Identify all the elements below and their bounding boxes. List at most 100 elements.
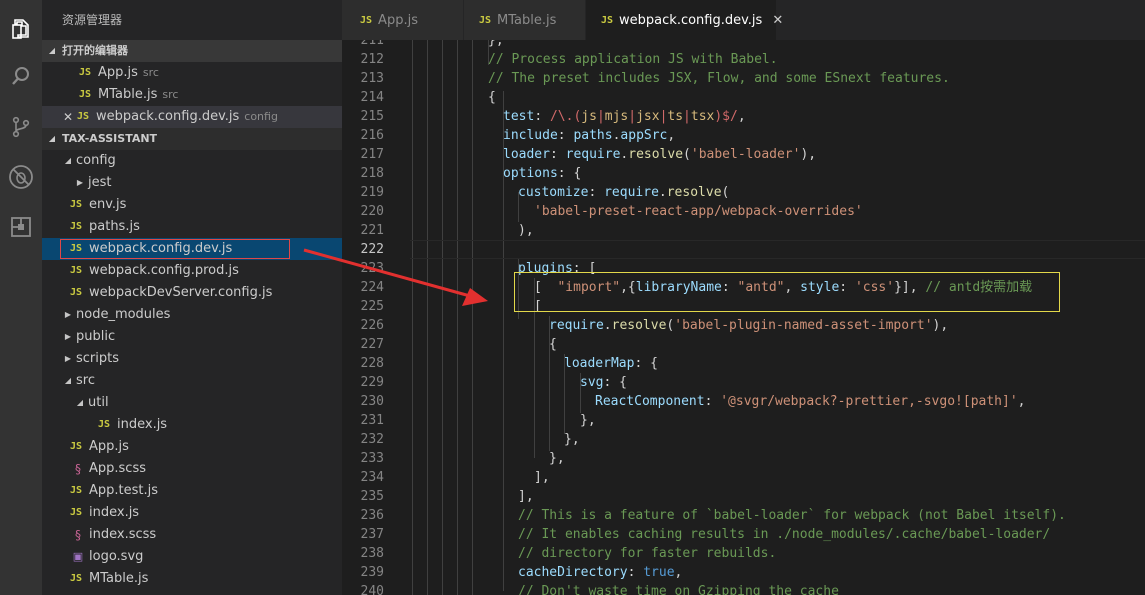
code-token: loader	[503, 147, 550, 162]
code-token: mjs	[604, 109, 629, 124]
code-text: {	[549, 335, 557, 354]
code-token: true	[643, 565, 675, 580]
open-editor-item[interactable]: ✕ JS webpack.config.dev.js config	[42, 106, 342, 128]
js-file-icon: JS	[79, 89, 92, 100]
tree-item-label: App.test.js	[89, 483, 159, 498]
source-control-icon[interactable]	[5, 111, 37, 143]
code-token: // It enables caching results in ./node_…	[518, 527, 1051, 542]
code-line: 224 [ "import",{libraryName: "antd", styl…	[342, 278, 1145, 297]
open-editor-item[interactable]: JS MTable.js src	[42, 84, 342, 106]
open-editors-header[interactable]: ◢ 打开的编辑器	[42, 40, 342, 62]
code-text: 'babel-preset-react-app/webpack-override…	[534, 202, 863, 221]
chevron-down-icon: ◢	[76, 398, 84, 407]
tree-folder[interactable]: ◢ util	[42, 392, 342, 414]
code-line: 214 {	[342, 88, 1145, 107]
code-token: jsx	[636, 109, 660, 124]
code-text: loader: require.resolve('babel-loader'),	[503, 145, 816, 164]
search-icon[interactable]	[5, 60, 37, 92]
code-token: ,	[674, 565, 683, 580]
code-line: 233},	[342, 449, 1145, 468]
code-editor[interactable]: 211}, 212 // Process application JS with B…	[342, 40, 1145, 595]
code-token: cacheDirectory	[518, 565, 628, 580]
code-token: .	[603, 318, 612, 333]
code-line: 234],	[342, 468, 1145, 487]
tree-folder[interactable]: ▶ node_modules	[42, 304, 342, 326]
code-token: ],	[518, 489, 534, 504]
code-line: 211},	[342, 40, 1145, 50]
tree-folder[interactable]: ▶ public	[42, 326, 342, 348]
tree-file[interactable]: JS index.js	[42, 414, 342, 436]
file-tree: ◢ config ▶ jest JS env.js JS paths.js JS webpack.…	[42, 150, 342, 590]
tree-file[interactable]: JS App.test.js	[42, 480, 342, 502]
tree-file[interactable]: JS MTable.js	[42, 568, 342, 590]
project-header[interactable]: ◢ TAX-ASSISTANT	[42, 128, 342, 150]
code-token: (	[683, 147, 691, 162]
code-token: ),	[932, 318, 949, 333]
tab-app-js[interactable]: JS App.js	[342, 0, 464, 40]
tree-file[interactable]: JS paths.js	[42, 216, 342, 238]
code-token: 'babel-loader'	[690, 147, 801, 162]
code-token: "import"	[557, 280, 621, 295]
chevron-right-icon: ▶	[64, 310, 72, 319]
code-line: 225 [	[342, 297, 1145, 316]
open-editor-desc: config	[244, 110, 278, 123]
code-token: 'css'	[854, 280, 895, 295]
chevron-down-icon: ◢	[64, 156, 72, 165]
chevron-right-icon: ▶	[76, 178, 84, 187]
line-number: 218	[360, 166, 384, 181]
activity-bar	[0, 0, 42, 595]
extensions-icon[interactable]	[5, 211, 37, 243]
code-token: },	[564, 432, 580, 447]
tree-file[interactable]: JS webpack.config.prod.js	[42, 260, 342, 282]
tree-file[interactable]: ▣ logo.svg	[42, 546, 342, 568]
code-text: // Process application JS with Babel.	[488, 50, 778, 69]
tab-label: App.js	[378, 12, 418, 28]
close-tab-icon[interactable]: ✕	[772, 13, 783, 28]
close-icon[interactable]: ✕	[61, 106, 75, 128]
tree-folder[interactable]: ▶ scripts	[42, 348, 342, 370]
js-file-icon: JS	[70, 573, 83, 584]
tree-folder[interactable]: ◢ config	[42, 150, 342, 172]
code-text: // Don't waste time on Gzipping the cach…	[518, 582, 839, 595]
tree-file[interactable]: JS index.js	[42, 502, 342, 524]
code-line: 221),	[342, 221, 1145, 240]
tree-file[interactable]: JS webpackDevServer.config.js	[42, 282, 342, 304]
code-token: // antd按需加载	[925, 280, 1033, 295]
line-number: 237	[360, 527, 384, 542]
js-file-icon: JS	[70, 265, 83, 276]
svg-file-icon: ▣	[72, 550, 84, 563]
tree-folder[interactable]: ▶ jest	[42, 172, 342, 194]
tree-file[interactable]: § index.scss	[42, 524, 342, 546]
js-file-icon: JS	[70, 243, 83, 254]
js-file-icon: JS	[70, 221, 83, 232]
tree-item-label: webpack.config.dev.js	[89, 241, 233, 256]
code-line: 238 // directory for faster rebuilds.	[342, 544, 1145, 563]
tree-file[interactable]: § App.scss	[42, 458, 342, 480]
tree-item-label: index.scss	[89, 527, 157, 542]
tab-webpack-config-dev-js[interactable]: JS webpack.config.dev.js ✕	[586, 0, 783, 40]
open-editor-item[interactable]: JS App.js src	[42, 62, 342, 84]
tab-mtable-js[interactable]: JS MTable.js	[464, 0, 586, 40]
code-token: },	[488, 40, 504, 48]
tree-item-label: webpack.config.prod.js	[89, 263, 239, 278]
debug-icon[interactable]	[5, 161, 37, 193]
line-number: 225	[360, 299, 384, 314]
tree-folder[interactable]: ◢ src	[42, 370, 342, 392]
explorer-icon[interactable]	[5, 13, 37, 45]
tree-item-label: src	[76, 373, 95, 388]
code-line: 217 loader: require.resolve('babel-loader…	[342, 145, 1145, 164]
code-line: 236 // This is a feature of `babel-loader…	[342, 506, 1145, 525]
open-editor-desc: src	[142, 66, 159, 79]
code-token: :	[839, 280, 855, 295]
tree-item-label: logo.svg	[89, 549, 144, 564]
code-line: 228 loaderMap: {	[342, 354, 1145, 373]
tree-file[interactable]: JS App.js	[42, 436, 342, 458]
code-token: :	[721, 280, 738, 295]
js-file-icon: JS	[70, 441, 83, 452]
code-token: |	[628, 109, 637, 124]
tree-item-label: webpackDevServer.config.js	[89, 285, 273, 300]
code-token: },	[549, 451, 565, 466]
tree-item-label: MTable.js	[89, 571, 149, 586]
tree-file[interactable]: JS env.js	[42, 194, 342, 216]
tree-file[interactable]: JS webpack.config.dev.js	[42, 238, 342, 260]
